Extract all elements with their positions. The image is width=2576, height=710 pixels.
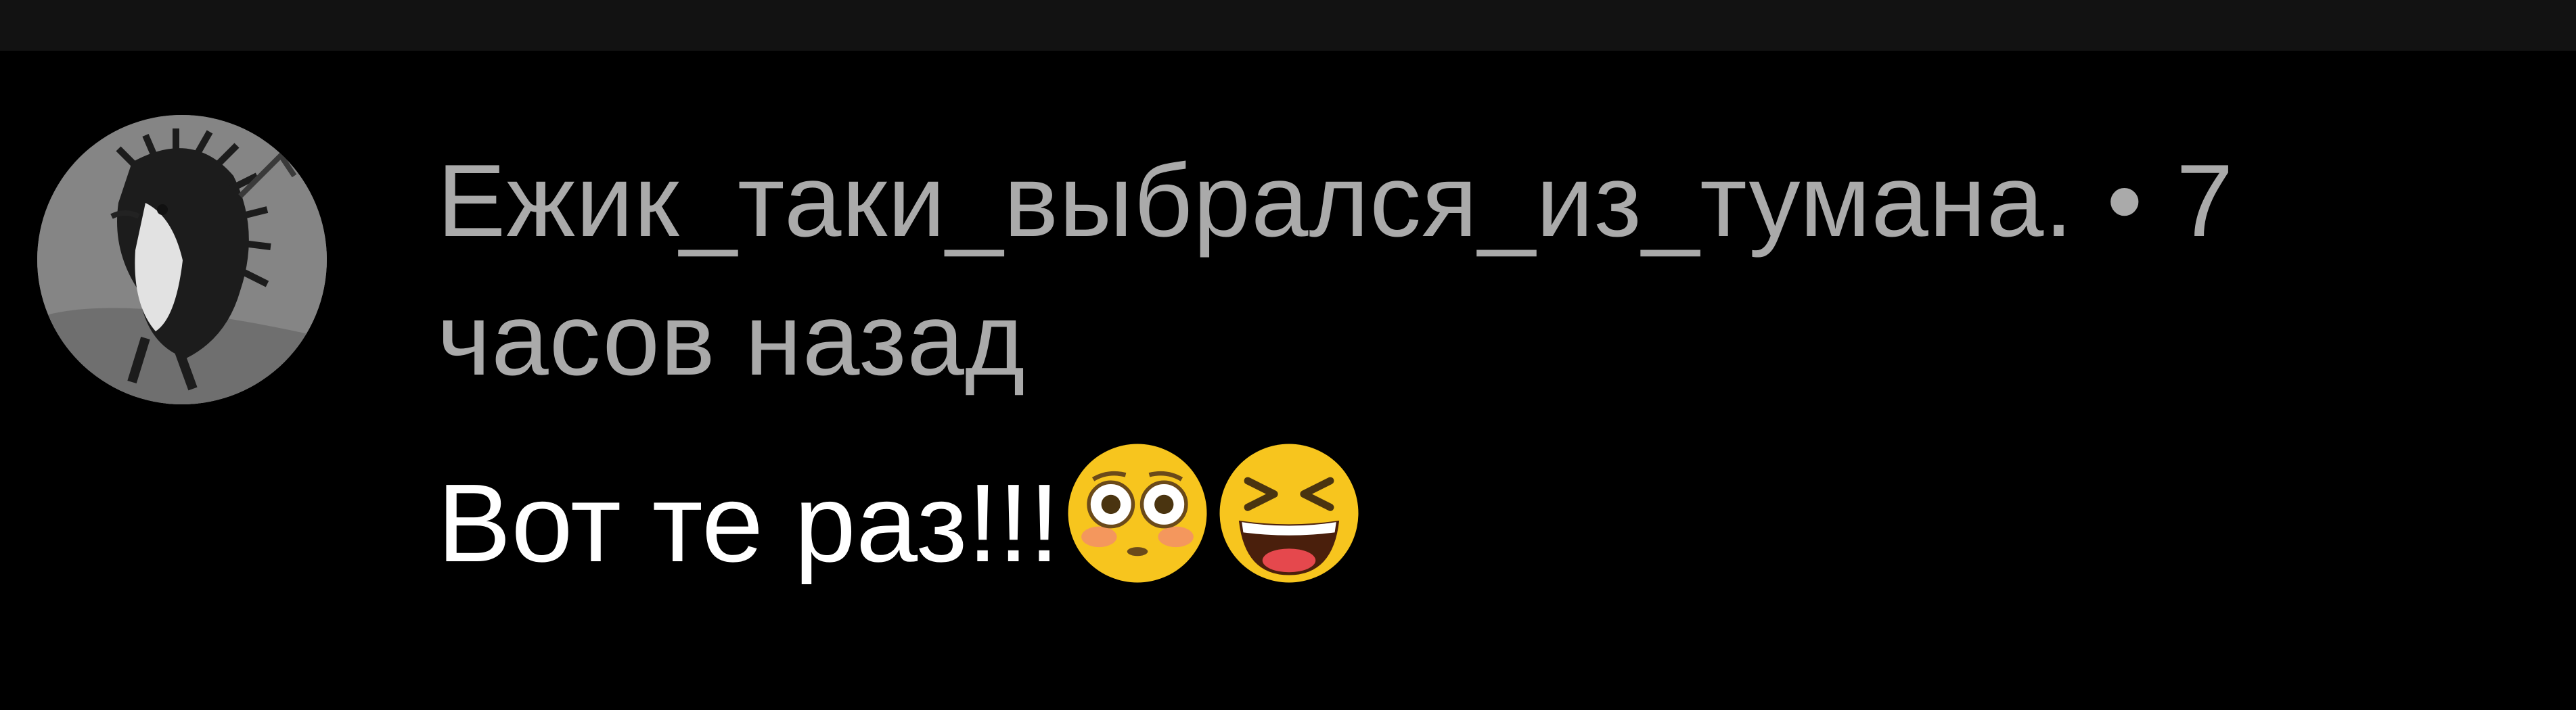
hedgehog-avatar-image <box>37 115 327 404</box>
comment-header: Ежик_таки_выбрался_из_тумана. • 7 часов на… <box>437 132 2474 409</box>
comment-author[interactable]: Ежик_таки_выбрался_из_тумана. <box>437 143 2074 258</box>
flushed-face-icon <box>1064 440 1211 587</box>
status-bar <box>0 0 2576 51</box>
avatar[interactable] <box>37 115 327 404</box>
comment-text: Вот те раз!!! <box>437 440 2467 601</box>
header-separator: • <box>2106 143 2144 258</box>
grinning-squinting-face-icon <box>1215 440 1363 587</box>
comment-body: Вот те раз!!! <box>437 461 1060 585</box>
